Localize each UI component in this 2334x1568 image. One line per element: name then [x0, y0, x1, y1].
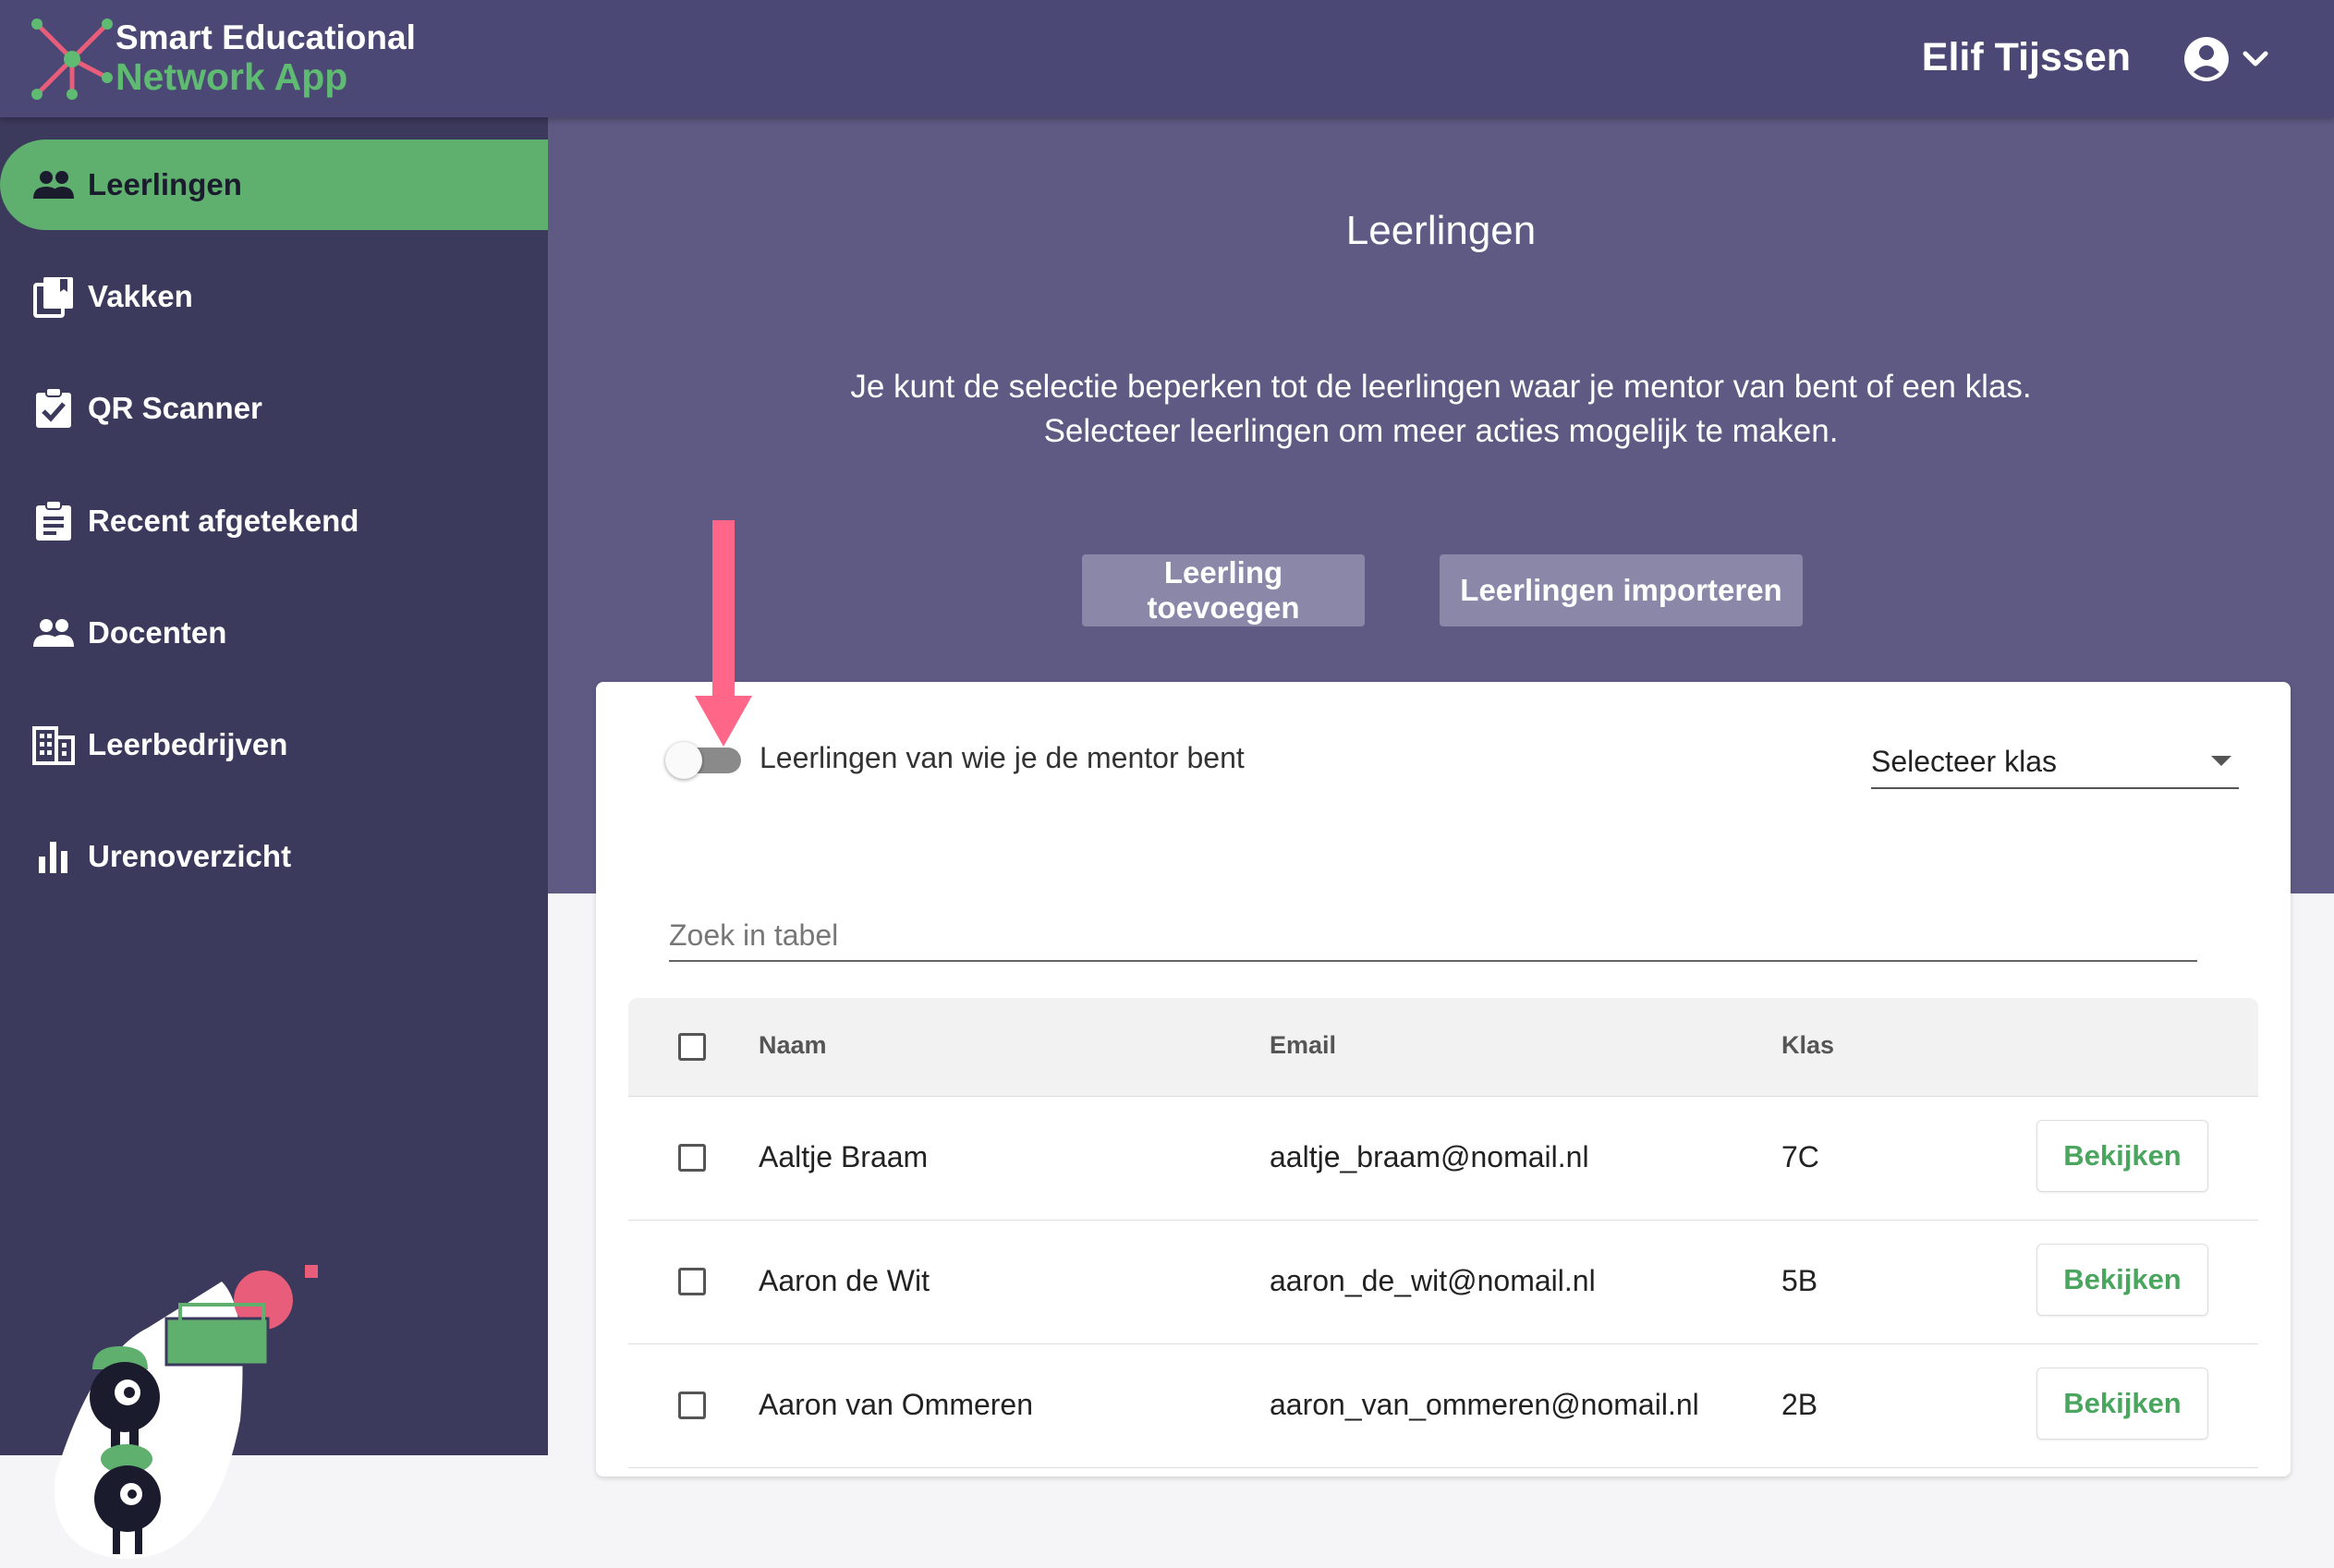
- clipboard-check-icon: [30, 385, 77, 432]
- network-logo-icon: [31, 18, 113, 100]
- sidebar-item-label: Leerbedrijven: [88, 727, 288, 761]
- brand-line-2: Network App: [115, 55, 348, 98]
- student-name: Aaron de Wit: [759, 1264, 930, 1297]
- sidebar-item-docenten[interactable]: Docenten: [0, 588, 548, 678]
- sidebar-item-label: Leerlingen: [88, 167, 242, 201]
- people-icon: [30, 162, 77, 208]
- pointer-arrow-icon: [695, 520, 752, 747]
- table-row: Aaron van Ommeren aaron_van_ommeren@noma…: [628, 1343, 2258, 1468]
- table-row: Aaron de Wit aaron_de_wit@nomail.nl 5B B…: [628, 1220, 2258, 1344]
- row-checkbox[interactable]: [678, 1144, 706, 1172]
- table-row: Aaltje Braam aaltje_braam@nomail.nl 7C B…: [628, 1096, 2258, 1221]
- class-select[interactable]: Selecteer klas: [1871, 739, 2239, 789]
- brand-line-1: Smart Educational: [115, 18, 416, 56]
- class-select-value: Selecteer klas: [1871, 745, 2057, 778]
- column-header-class[interactable]: Klas: [1781, 1031, 1834, 1060]
- add-student-button[interactable]: Leerling toevoegen: [1082, 554, 1365, 626]
- student-email: aaron_de_wit@nomail.nl: [1270, 1264, 1596, 1297]
- account-circle-icon: [2184, 37, 2268, 81]
- table-search-input[interactable]: [669, 910, 2197, 962]
- toggle-knob: [665, 742, 702, 779]
- people-icon: [30, 610, 77, 656]
- student-name: Aaltje Braam: [759, 1140, 929, 1173]
- caret-down-icon: [2211, 756, 2231, 766]
- sidebar-item-leerlingen[interactable]: Leerlingen: [0, 140, 548, 230]
- row-checkbox[interactable]: [678, 1392, 706, 1419]
- student-name: Aaron van Ommeren: [759, 1388, 1034, 1421]
- sidebar-item-label: Vakken: [88, 279, 193, 313]
- sidebar-item-label: Docenten: [88, 615, 227, 650]
- mentor-toggle[interactable]: [665, 742, 745, 779]
- column-header-name[interactable]: Naam: [759, 1031, 827, 1060]
- sidebar-item-leerbedrijven[interactable]: Leerbedrijven: [0, 699, 548, 790]
- user-name: Elif Tijssen: [1921, 35, 2131, 79]
- student-class: 7C: [1781, 1140, 1819, 1173]
- view-button[interactable]: Bekijken: [2036, 1367, 2208, 1440]
- view-button[interactable]: Bekijken: [2036, 1244, 2208, 1316]
- sidebar-item-label: Recent afgetekend: [88, 504, 359, 538]
- sidebar-item-qr-scanner[interactable]: QR Scanner: [0, 363, 548, 454]
- bar-chart-icon: [30, 833, 77, 880]
- sidebar-item-label: QR Scanner: [88, 391, 262, 425]
- mascot-illustration: [54, 1265, 318, 1560]
- page-title: Leerlingen: [1345, 208, 1537, 253]
- chevron-down-icon: [2243, 51, 2268, 67]
- student-class: 2B: [1781, 1388, 1818, 1421]
- sidebar: Leerlingen Vakken QR Scanner Recent afge…: [0, 117, 548, 1560]
- table-header: Naam Email Klas: [628, 998, 2258, 1097]
- page-description: Je kunt de selectie beperken tot de leer…: [548, 365, 2334, 454]
- student-class: 5B: [1781, 1264, 1818, 1297]
- sidebar-item-recent-afgetekend[interactable]: Recent afgetekend: [0, 476, 548, 566]
- sidebar-item-label: Urenoverzicht: [88, 839, 292, 873]
- row-checkbox[interactable]: [678, 1268, 706, 1295]
- top-bar: Smart Educational Network App Elif Tijss…: [0, 0, 2334, 117]
- account-menu[interactable]: [2184, 35, 2277, 83]
- mentor-toggle-label: Leerlingen van wie je de mentor bent: [760, 741, 1245, 774]
- sidebar-item-urenoverzicht[interactable]: Urenoverzicht: [0, 811, 548, 902]
- description-line-2: Selecteer leerlingen om meer acties moge…: [1043, 413, 1839, 449]
- sidebar-item-vakken[interactable]: Vakken: [0, 251, 548, 342]
- student-email: aaltje_braam@nomail.nl: [1270, 1140, 1589, 1173]
- books-icon: [30, 273, 77, 320]
- description-line-1: Je kunt de selectie beperken tot de leer…: [850, 369, 2032, 405]
- import-students-button[interactable]: Leerlingen importeren: [1440, 554, 1803, 626]
- view-button[interactable]: Bekijken: [2036, 1120, 2208, 1192]
- column-header-email[interactable]: Email: [1270, 1031, 1336, 1060]
- brand-name[interactable]: Smart Educational Network App: [115, 18, 416, 96]
- building-icon: [30, 722, 77, 768]
- clipboard-list-icon: [30, 498, 77, 544]
- select-all-checkbox[interactable]: [678, 1033, 706, 1061]
- student-email: aaron_van_ommeren@nomail.nl: [1270, 1388, 1699, 1421]
